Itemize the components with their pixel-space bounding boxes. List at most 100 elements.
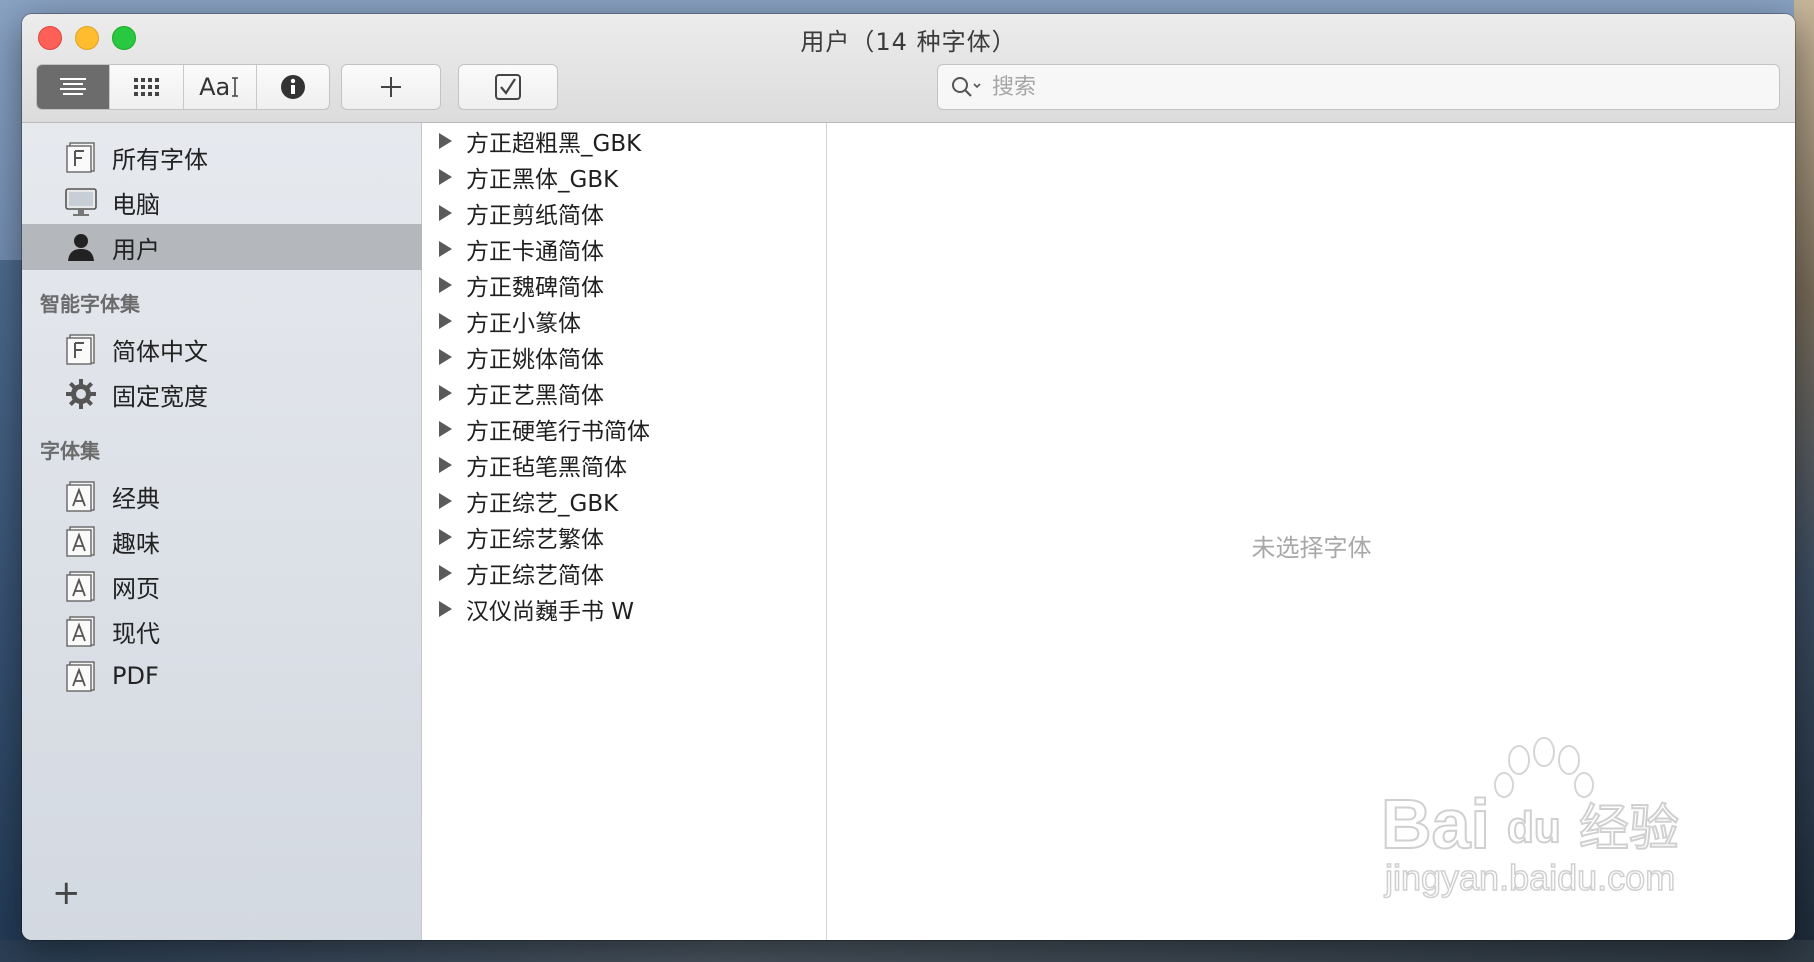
list-item[interactable]: 方正超粗黑_GBK <box>423 124 827 158</box>
grid-view-button[interactable] <box>110 65 184 109</box>
grid-dots-icon <box>134 78 160 96</box>
disclosure-triangle-icon[interactable] <box>439 241 452 257</box>
list-item[interactable]: 方正艺黑简体 <box>423 376 827 410</box>
svg-text:经验: 经验 <box>1579 799 1679 857</box>
font-book-window: 用户（14 种字体） Aa 搜索 所有字体 电脑 用户 智能字体集 简体中文 固… <box>22 14 1795 940</box>
font-family-name: 方正姚体简体 <box>466 347 604 373</box>
baidu-jingyan-watermark: Bai du 经验 jingyan.baidu.com <box>1380 737 1680 899</box>
disclosure-triangle-icon[interactable] <box>439 601 452 617</box>
sample-view-label: Aa <box>199 73 231 101</box>
collections-header: 字体集 <box>40 439 100 463</box>
disclosure-triangle-icon[interactable] <box>439 349 452 365</box>
validate-font-button[interactable] <box>458 64 558 110</box>
disclosure-triangle-icon[interactable] <box>439 565 452 581</box>
list-item[interactable]: 方正魏碑简体 <box>423 268 827 302</box>
font-family-name: 方正硬笔行书简体 <box>466 419 650 445</box>
sidebar-item-classic[interactable]: 经典 <box>22 473 422 519</box>
font-family-name: 方正小篆体 <box>466 311 581 337</box>
list-item[interactable]: 方正姚体简体 <box>423 340 827 374</box>
list-item[interactable]: 方正综艺_GBK <box>423 484 827 518</box>
list-item[interactable]: 方正综艺简体 <box>423 556 827 590</box>
sidebar-item-label: 电脑 <box>112 190 160 219</box>
font-family-name: 方正毡笔黑简体 <box>466 455 627 481</box>
smart-collections-header: 智能字体集 <box>40 292 140 316</box>
font-family-name: 方正艺黑简体 <box>466 383 604 409</box>
no-font-selected-message: 未选择字体 <box>1251 534 1372 562</box>
font-a-icon <box>64 569 98 603</box>
search-icon <box>952 77 981 97</box>
sidebar-item-label: 简体中文 <box>112 337 208 366</box>
disclosure-triangle-icon[interactable] <box>439 421 452 437</box>
sidebar-item-label: 所有字体 <box>112 145 208 174</box>
search-field[interactable] <box>937 64 1780 110</box>
search-input[interactable] <box>992 67 1752 107</box>
disclosure-triangle-icon[interactable] <box>439 385 452 401</box>
font-preview-pane: 未选择字体 Bai du 经验 jingyan.baidu.com <box>828 123 1795 940</box>
list-item[interactable]: 方正卡通简体 <box>423 232 827 266</box>
list-item[interactable]: 方正综艺繁体 <box>423 520 827 554</box>
sidebar-item-simplified-chinese[interactable]: 简体中文 <box>22 326 422 372</box>
font-family-name: 方正魏碑简体 <box>466 275 604 301</box>
list-item[interactable]: 汉仪尚巍手书 W <box>423 592 827 626</box>
sidebar-item-label: 固定宽度 <box>112 382 208 411</box>
svg-text:Bai: Bai <box>1381 785 1490 863</box>
text-cursor-icon <box>232 77 239 97</box>
view-mode-segmented-control: Aa <box>36 64 330 110</box>
add-font-button[interactable] <box>341 64 441 110</box>
sidebar-item-user[interactable]: 用户 <box>22 224 422 270</box>
list-item[interactable]: 方正硬笔行书简体 <box>423 412 827 446</box>
list-item[interactable]: 方正剪纸简体 <box>423 196 827 230</box>
info-view-button[interactable] <box>257 65 329 109</box>
font-family-name: 方正黑体_GBK <box>466 167 619 193</box>
sidebar-item-label: 经典 <box>112 484 160 513</box>
disclosure-triangle-icon[interactable] <box>439 529 452 545</box>
computer-icon <box>64 185 98 219</box>
add-collection-button[interactable]: + <box>52 876 81 910</box>
svg-text:du: du <box>1507 803 1561 852</box>
sidebar-item-label: 用户 <box>112 235 160 264</box>
font-f-icon <box>64 332 98 366</box>
sidebar-item-label: 趣味 <box>112 529 160 558</box>
sidebar-item-web[interactable]: 网页 <box>22 563 422 609</box>
desktop-background-bottom <box>0 940 1814 962</box>
list-item[interactable]: 方正黑体_GBK <box>423 160 827 194</box>
sidebar-item-computer[interactable]: 电脑 <box>22 179 422 225</box>
disclosure-triangle-icon[interactable] <box>439 169 452 185</box>
font-f-icon <box>64 140 98 174</box>
sidebar-item-pdf[interactable]: PDF <box>22 653 422 699</box>
disclosure-triangle-icon[interactable] <box>439 205 452 221</box>
font-family-name: 方正综艺简体 <box>466 563 604 589</box>
sidebar-item-fixed-width[interactable]: 固定宽度 <box>22 371 422 417</box>
font-family-name: 方正综艺繁体 <box>466 527 604 553</box>
sample-view-button[interactable]: Aa <box>184 65 257 109</box>
font-family-name: 方正超粗黑_GBK <box>466 131 642 157</box>
font-family-list: 方正超粗黑_GBK 方正黑体_GBK 方正剪纸简体 方正卡通简体 方正魏碑简体 … <box>423 123 827 940</box>
list-item[interactable]: 方正毡笔黑简体 <box>423 448 827 482</box>
list-item[interactable]: 方正小篆体 <box>423 304 827 338</box>
desktop-background-right <box>1794 0 1814 962</box>
disclosure-triangle-icon[interactable] <box>439 493 452 509</box>
info-icon <box>280 75 305 99</box>
font-a-icon <box>64 524 98 558</box>
disclosure-triangle-icon[interactable] <box>439 133 452 149</box>
disclosure-triangle-icon[interactable] <box>439 457 452 473</box>
gear-icon <box>64 377 98 411</box>
list-view-button[interactable] <box>37 65 111 109</box>
font-a-icon <box>64 614 98 648</box>
sidebar-item-modern[interactable]: 现代 <box>22 608 422 654</box>
checkbox-icon <box>495 74 521 100</box>
sidebar-item-all-fonts[interactable]: 所有字体 <box>22 134 422 180</box>
sidebar-item-label: 现代 <box>112 619 160 648</box>
list-lines-icon <box>60 78 87 95</box>
font-family-name: 方正卡通简体 <box>466 239 604 265</box>
sidebar-item-fun[interactable]: 趣味 <box>22 518 422 564</box>
desktop-background-left <box>0 260 22 960</box>
svg-text:jingyan.baidu.com: jingyan.baidu.com <box>1384 857 1675 898</box>
font-family-name: 汉仪尚巍手书 W <box>466 599 635 625</box>
font-family-name: 方正剪纸简体 <box>466 203 604 229</box>
sidebar: 所有字体 电脑 用户 智能字体集 简体中文 固定宽度 字体集 经典 趣味 网页 … <box>22 123 422 940</box>
disclosure-triangle-icon[interactable] <box>439 313 452 329</box>
plus-icon <box>381 77 401 97</box>
sidebar-item-label: 网页 <box>112 574 160 603</box>
disclosure-triangle-icon[interactable] <box>439 277 452 293</box>
